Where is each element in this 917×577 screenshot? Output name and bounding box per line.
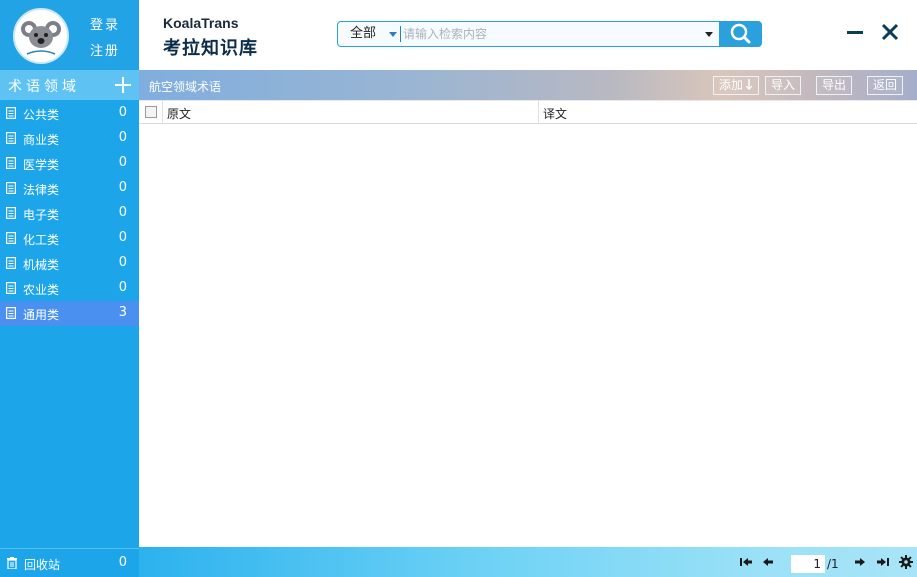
content-toolbar: 航空领域术语 添加 导入 导出 返回 <box>139 70 917 100</box>
sidebar-item-label: 医学类 <box>23 158 60 172</box>
first-page-icon[interactable] <box>739 555 753 569</box>
export-button[interactable]: 导出 <box>816 76 853 95</box>
app-header: 登录 注册 KoalaTrans 考拉知识库 全部 <box>0 0 917 70</box>
plus-icon[interactable] <box>114 76 132 94</box>
gear-icon[interactable] <box>899 555 913 569</box>
back-button[interactable]: 返回 <box>867 76 904 95</box>
last-page-icon[interactable] <box>876 555 890 569</box>
sidebar: 术语领域 公共类 0 商业类 0 医学类 0 法律类 0 电子类 0 化工类 0 机械类 0 农业类 0 通用类… <box>0 70 139 577</box>
sidebar-item-label: 商业类 <box>23 133 60 147</box>
previous-page-icon[interactable] <box>761 555 775 569</box>
account-panel: 登录 注册 <box>0 0 139 70</box>
sidebar-item[interactable]: 电子类 0 <box>0 201 139 226</box>
column-divider <box>162 101 163 124</box>
document-icon <box>6 257 16 269</box>
search-icon <box>730 23 751 44</box>
column-header-source[interactable]: 原文 <box>167 105 191 122</box>
sidebar-item[interactable]: 通用类 3 <box>0 301 139 326</box>
recycle-bin-item[interactable]: 回收站 0 <box>0 548 139 577</box>
sidebar-item[interactable]: 医学类 0 <box>0 151 139 176</box>
sidebar-item-label: 公共类 <box>23 108 60 122</box>
document-icon <box>6 232 16 244</box>
sidebar-item-label: 机械类 <box>23 258 60 272</box>
term-table: 原文 译文 <box>139 100 917 547</box>
sidebar-item-label: 通用类 <box>23 308 60 322</box>
sidebar-item-label: 电子类 <box>23 208 60 222</box>
sidebar-item[interactable]: 商业类 0 <box>0 126 139 151</box>
chevron-down-icon[interactable] <box>389 32 397 37</box>
close-button[interactable] <box>880 22 900 42</box>
sidebar-header: 术语领域 <box>0 70 139 100</box>
sidebar-item-count: 0 <box>118 155 127 170</box>
document-icon <box>6 282 16 294</box>
add-button-label: 添加 <box>719 78 744 92</box>
sidebar-title: 术语领域 <box>8 79 80 95</box>
recycle-bin-count: 0 <box>118 555 127 570</box>
document-icon <box>6 132 16 144</box>
table-header: 原文 译文 <box>139 100 917 124</box>
sidebar-item[interactable]: 机械类 0 <box>0 251 139 276</box>
sidebar-item-label: 农业类 <box>23 283 60 297</box>
search-button[interactable] <box>720 21 762 47</box>
recycle-bin-label: 回收站 <box>24 558 61 572</box>
sidebar-item[interactable]: 法律类 0 <box>0 176 139 201</box>
sidebar-item-count: 0 <box>118 230 127 245</box>
column-divider[interactable] <box>538 101 539 124</box>
sidebar-item[interactable]: 化工类 0 <box>0 226 139 251</box>
document-icon <box>6 207 16 219</box>
document-icon <box>6 307 16 319</box>
breadcrumb: 航空领域术语 <box>149 80 222 94</box>
document-icon <box>6 107 16 119</box>
pager-bar: /1 <box>139 547 917 577</box>
document-icon <box>6 182 16 194</box>
sidebar-item-count: 0 <box>118 130 127 145</box>
domain-list: 公共类 0 商业类 0 医学类 0 法律类 0 电子类 0 化工类 0 机械类 0 农业类 0 通用类 3 <box>0 101 139 326</box>
sidebar-item[interactable]: 公共类 0 <box>0 101 139 126</box>
search-scope-value: 全部 <box>350 26 377 41</box>
add-button[interactable]: 添加 <box>713 76 760 95</box>
search-bar: 全部 <box>337 21 720 47</box>
trash-icon <box>7 557 17 569</box>
page-total: /1 <box>827 557 839 571</box>
arrow-down-icon <box>745 79 753 90</box>
search-divider <box>400 26 401 42</box>
sidebar-item-count: 0 <box>118 280 127 295</box>
close-icon <box>881 23 899 41</box>
select-all-checkbox[interactable] <box>145 106 157 118</box>
search-input[interactable] <box>403 24 703 44</box>
brand-name-en: KoalaTrans <box>163 15 239 31</box>
column-header-target[interactable]: 译文 <box>543 105 567 122</box>
search-history-dropdown-icon[interactable] <box>705 32 713 37</box>
koala-logo <box>13 8 69 64</box>
koala-icon <box>15 10 67 62</box>
brand-name-cn: 考拉知识库 <box>163 38 258 59</box>
sidebar-item-count: 0 <box>118 205 127 220</box>
import-button[interactable]: 导入 <box>765 76 802 95</box>
sidebar-item-label: 化工类 <box>23 233 60 247</box>
sidebar-item-count: 0 <box>118 105 127 120</box>
sidebar-item-count: 0 <box>118 255 127 270</box>
document-icon <box>6 157 16 169</box>
sidebar-item-label: 法律类 <box>23 183 60 197</box>
register-link[interactable]: 注册 <box>90 40 120 59</box>
next-page-icon[interactable] <box>853 555 867 569</box>
minimize-button[interactable] <box>846 23 864 41</box>
sidebar-item-count: 3 <box>118 305 127 320</box>
sidebar-item[interactable]: 农业类 0 <box>0 276 139 301</box>
page-number-input[interactable] <box>791 555 825 573</box>
sidebar-item-count: 0 <box>118 180 127 195</box>
login-link[interactable]: 登录 <box>90 14 120 33</box>
